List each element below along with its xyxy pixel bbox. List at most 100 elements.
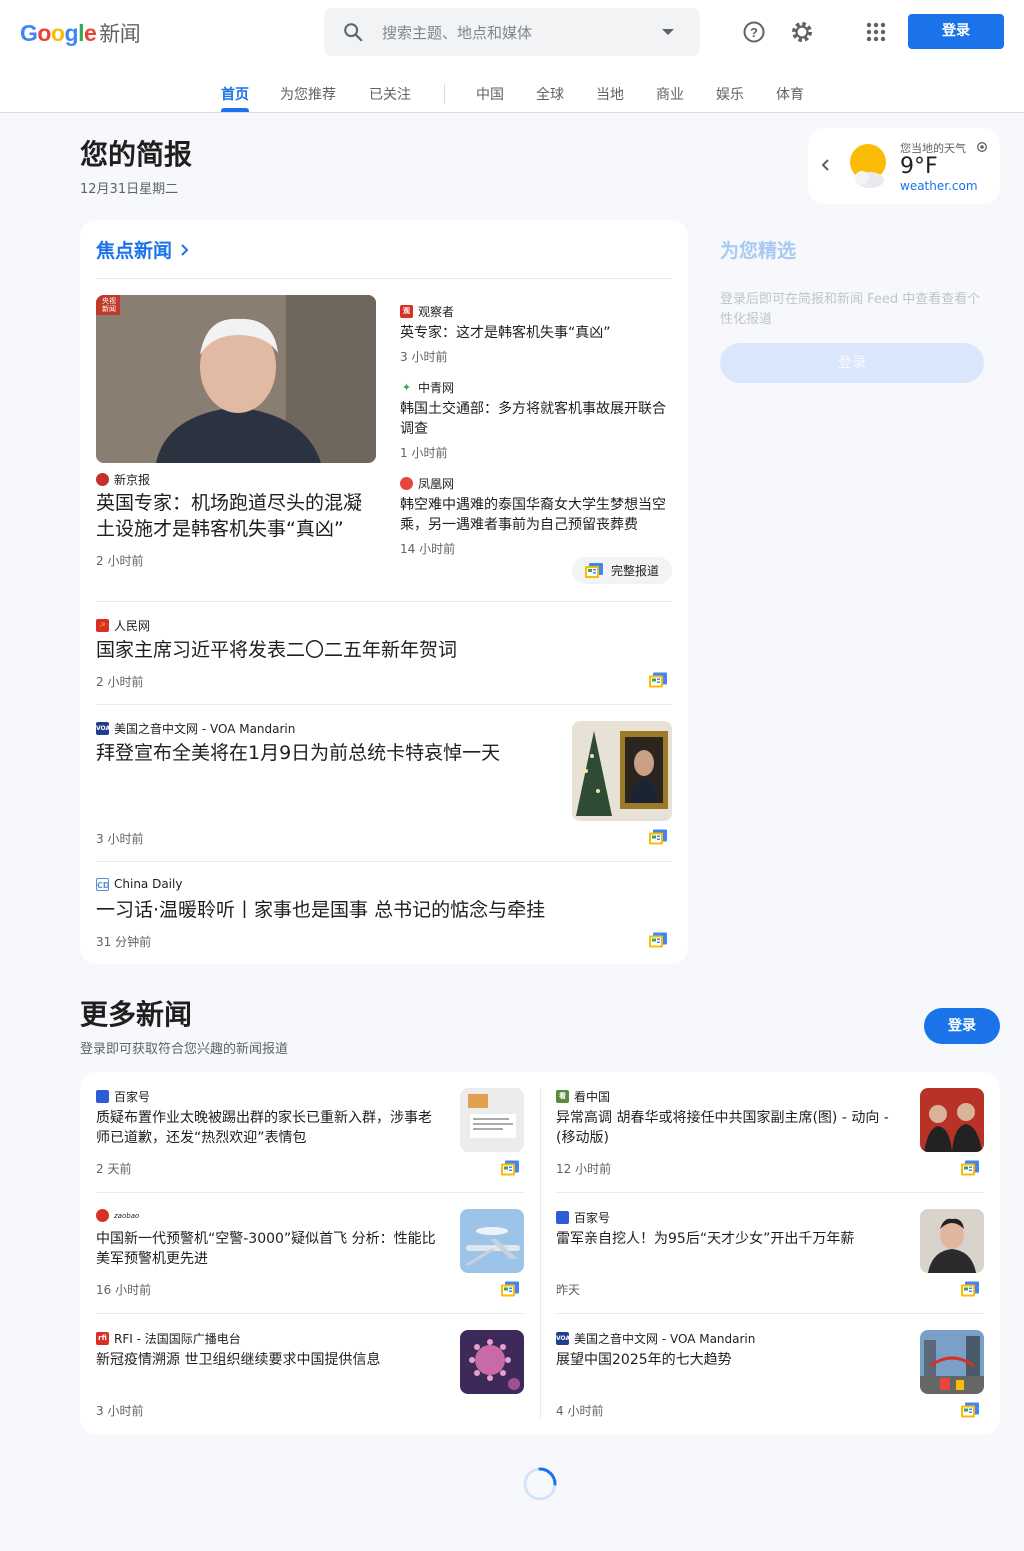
full-coverage-icon[interactable] (961, 1402, 979, 1418)
tab-entertainment[interactable]: 娱乐 (716, 84, 744, 104)
officials-photo-image (920, 1088, 984, 1152)
full-coverage-icon[interactable] (649, 932, 667, 948)
section-tabs: 首页 为您推荐 已关注 中国 全球 当地 商业 娱乐 体育 (0, 74, 1024, 113)
weather-widget[interactable]: 您当地的天气 9°F weather.com (808, 128, 1000, 204)
portrait-painting-image (572, 721, 672, 821)
more-news-title: 更多新闻 (80, 998, 193, 1031)
man-speaking-image (920, 1209, 984, 1273)
timestamp: 2 小时前 (96, 554, 144, 568)
tab-following[interactable]: 已关注 (369, 84, 411, 104)
timestamp: 3 小时前 (96, 1404, 144, 1418)
side-headline-link[interactable]: 韩国土交通部：多方将就客机事故展开联合调查 (400, 399, 672, 439)
full-coverage-button[interactable]: 完整报道 (572, 557, 672, 584)
help-icon[interactable]: ? (740, 18, 768, 46)
full-coverage-icon[interactable] (501, 1160, 519, 1176)
city-street-image (920, 1330, 984, 1394)
thumb-badge-text: 央视新闻 (102, 297, 116, 313)
picks-description: 登录后即可在简报和新闻 Feed 中查看查看个性化报道 (720, 292, 981, 327)
weather-temp: 9°F (900, 154, 938, 179)
source-logo-icon: VOA (96, 722, 110, 735)
apps-icon[interactable] (862, 18, 890, 46)
signin-button[interactable]: 登录 (908, 14, 1004, 49)
divider (556, 1192, 984, 1193)
divider (96, 704, 672, 705)
story-thumbnail[interactable] (460, 1209, 524, 1273)
full-coverage-icon[interactable] (961, 1281, 979, 1297)
tab-world[interactable]: 全球 (536, 84, 564, 104)
divider (96, 278, 672, 279)
loading-spinner (523, 1467, 557, 1501)
full-coverage-icon[interactable] (649, 829, 667, 845)
more-news-card: 🐾 百家号 质疑布置作业太晚被踢出群的家长已重新入群，涉事老师已道歉，还发“热烈… (80, 1072, 1000, 1434)
top-stories-heading[interactable]: 焦点新闻 (96, 236, 190, 263)
source-label: 🐾 百家号 (556, 1209, 610, 1226)
search-input[interactable]: 搜索主题、地点和媒体 (324, 8, 700, 56)
google-news-logo[interactable]: Google 新闻 (20, 18, 141, 48)
briefing-date: 12月31日星期二 (80, 182, 179, 197)
tab-china[interactable]: 中国 (476, 84, 504, 104)
picks-signin-button[interactable]: 登录 (720, 343, 984, 383)
story-headline-link[interactable]: 雷军亲自挖人！为95后“天才少女”开出千万年薪 (556, 1229, 896, 1249)
source-label: 🐾 百家号 (96, 1088, 150, 1105)
timestamp: 16 小时前 (96, 1283, 152, 1297)
source-logo-icon: ✦ (400, 381, 413, 394)
story-thumbnail[interactable] (920, 1209, 984, 1273)
story-headline-link[interactable]: 一习话·温暖聆听丨家事也是国事 总书记的惦念与牵挂 (96, 897, 656, 923)
story-headline-link[interactable]: 异常高调 胡春华或将接任中共国家副主席(图) - 动向 - (移动版) (556, 1108, 896, 1148)
full-coverage-icon[interactable] (649, 672, 667, 688)
full-coverage-icon[interactable] (961, 1160, 979, 1176)
story-headline-link[interactable]: 新冠疫情溯源 世卫组织继续要求中国提供信息 (96, 1350, 436, 1370)
weather-source-link[interactable]: weather.com (900, 179, 978, 193)
story-thumbnail[interactable] (920, 1088, 984, 1152)
story-thumbnail[interactable] (460, 1330, 524, 1394)
story-thumbnail[interactable] (920, 1330, 984, 1394)
timestamp: 14 小时前 (400, 542, 456, 556)
source-label: CD China Daily (96, 877, 183, 891)
story-headline-link[interactable]: 国家主席习近平将发表二〇二五年新年贺词 (96, 637, 656, 663)
side-headline-link[interactable]: 英专家：这才是韩客机失事“真凶” (400, 323, 672, 343)
settings-icon[interactable] (788, 18, 816, 46)
tab-sports[interactable]: 体育 (776, 84, 804, 104)
timestamp: 4 小时前 (556, 1404, 604, 1418)
tab-business[interactable]: 商业 (656, 84, 684, 104)
column-divider (540, 1088, 541, 1418)
story-headline-link[interactable]: 展望中国2025年的七大趋势 (556, 1350, 896, 1370)
tab-local[interactable]: 当地 (596, 84, 624, 104)
timestamp: 12 小时前 (556, 1162, 612, 1176)
timestamp: 昨天 (556, 1283, 581, 1297)
story-thumbnail[interactable] (572, 721, 672, 821)
timestamp: 1 小时前 (400, 446, 448, 460)
chevron-left-icon[interactable] (820, 158, 832, 172)
source-logo-icon: VOA (556, 1332, 570, 1345)
chat-screenshot-image (460, 1088, 524, 1152)
timestamp: 31 分钟前 (96, 935, 152, 949)
story-headline-link[interactable]: 拜登宣布全美将在1月9日为前总统卡特哀悼一天 (96, 740, 546, 766)
search-icon (344, 23, 363, 42)
source-logo-icon: CD (96, 877, 110, 891)
partly-sunny-icon (850, 144, 886, 188)
man-portrait-image (96, 295, 376, 463)
story-thumbnail[interactable] (460, 1088, 524, 1152)
divider (556, 1313, 984, 1314)
story-headline-link[interactable]: 质疑布置作业太晚被踢出群的家长已重新入群，涉事老师已道歉，还发“热烈欢迎”表情包 (96, 1108, 436, 1148)
top-stories-card: 焦点新闻 央视新闻 新京报 英国专家：机场跑道尽头的混凝土设施才是韩客机失事“真… (80, 220, 688, 964)
tab-for-you[interactable]: 为您推荐 (280, 84, 336, 104)
main-story-image[interactable]: 央视新闻 (96, 295, 376, 463)
search-options-chevron-down-icon[interactable] (662, 29, 674, 35)
source-label: VOA 美国之音中文网 - VOA Mandarin (96, 722, 296, 736)
tab-home[interactable]: 首页 (221, 84, 249, 104)
aircraft-image (460, 1209, 524, 1273)
main-headline-link[interactable]: 英国专家：机场跑道尽头的混凝土设施才是韩客机失事“真凶” (96, 490, 380, 542)
full-coverage-icon[interactable] (501, 1281, 519, 1297)
source-logo-icon (96, 1209, 109, 1222)
source-label: 看 看中国 (556, 1088, 610, 1105)
more-news-signin-button[interactable]: 登录 (924, 1008, 1000, 1044)
source-label: ☭ 人民网 (96, 617, 150, 634)
story-headline-link[interactable]: 中国新一代预警机“空警-3000”疑似首飞 分析：性能比美军预警机更先进 (96, 1229, 436, 1269)
divider (96, 601, 672, 602)
source-logo-icon: 🐾 (96, 1090, 109, 1103)
source-label: 观 观察者 (400, 303, 454, 320)
source-logo-icon: 看 (556, 1090, 569, 1103)
top-bar: Google 新闻 搜索主题、地点和媒体 ? 登录 首页 为您推荐 已关注 中国 … (0, 0, 1024, 113)
side-headline-link[interactable]: 韩空难中遇难的泰国华裔女大学生梦想当空乘，另一遇难者事前为自己预留丧葬费 (400, 495, 672, 535)
